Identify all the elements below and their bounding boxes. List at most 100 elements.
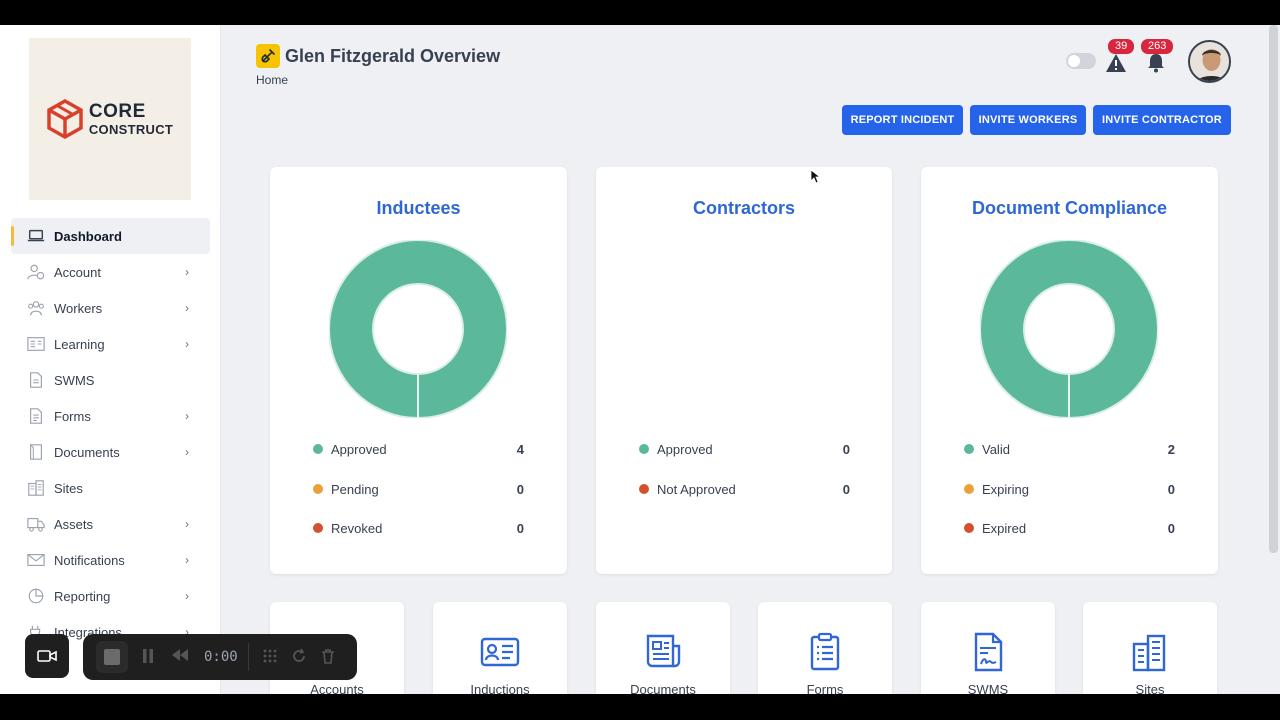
sidebar-item-label: Documents: [54, 444, 120, 460]
scrollbar-thumb[interactable]: [1269, 25, 1278, 553]
tile-forms[interactable]: Forms: [758, 602, 892, 694]
legend-row-valid: Valid 2: [964, 439, 1175, 459]
chevron-right-icon: ›: [185, 517, 189, 531]
tile-inductions[interactable]: Inductions: [433, 602, 567, 694]
invite-workers-button[interactable]: INVITE WORKERS: [970, 105, 1086, 135]
sidebar-item-documents[interactable]: Documents ›: [11, 434, 210, 470]
legend-value: 0: [516, 481, 524, 497]
warning-icon[interactable]: [1105, 53, 1127, 73]
id-card-icon: [480, 637, 520, 667]
trash-icon[interactable]: [319, 648, 337, 666]
chevron-right-icon: ›: [185, 337, 189, 351]
sidebar-item-sites[interactable]: Sites: [11, 470, 210, 506]
sidebar-item-label: Account: [54, 264, 101, 280]
legend-row-expired: Expired 0: [964, 518, 1175, 538]
bell-icon[interactable]: [1145, 53, 1167, 73]
document-icon: [26, 443, 46, 461]
tile-sites[interactable]: Sites: [1083, 602, 1217, 694]
brand-line1: CORE: [88, 101, 146, 122]
tile-swms[interactable]: SWMS: [921, 602, 1055, 694]
main-content: Glen Fitzgerald Overview Home 39 263 REP…: [221, 25, 1280, 694]
sidebar-nav: Dashboard Account › Workers › Learning ›…: [11, 218, 210, 650]
brand-line2: CONSTRUCT: [88, 122, 174, 137]
recorder-camera-button[interactable]: [25, 634, 69, 678]
sidebar-item-workers[interactable]: Workers ›: [11, 290, 210, 326]
sidebar-item-forms[interactable]: Forms ›: [11, 398, 210, 434]
legend-row-expiring: Expiring 0: [964, 479, 1175, 499]
sidebar-item-label: Assets: [54, 516, 94, 532]
pie-chart-icon: [26, 587, 46, 605]
sidebar-item-label: Reporting: [54, 588, 111, 604]
user-check-icon: [26, 263, 46, 281]
compliance-donut-chart[interactable]: [980, 240, 1158, 418]
app-frame: CORE CONSTRUCT Dashboard Account › Worke…: [0, 25, 1280, 694]
inductees-card: Inductees Approved 4 Pending 0 Revoked 0: [270, 167, 567, 574]
chevron-right-icon: ›: [185, 589, 189, 603]
pause-icon[interactable]: [139, 648, 157, 666]
legend-label: Pending: [331, 481, 379, 497]
legend-dot: [964, 523, 974, 533]
sidebar-item-notifications[interactable]: Notifications ›: [11, 542, 210, 578]
legend-value: 0: [1167, 520, 1175, 536]
legend-label: Revoked: [331, 520, 383, 536]
building-icon: [26, 479, 46, 497]
invite-contractor-button[interactable]: INVITE CONTRACTOR: [1093, 105, 1231, 135]
tile-documents[interactable]: Documents: [596, 602, 730, 694]
legend-row-approved: Approved 0: [639, 439, 850, 459]
sidebar-item-reporting[interactable]: Reporting ›: [11, 578, 210, 614]
card-title: Contractors: [692, 198, 795, 218]
video-camera-icon: [37, 650, 57, 662]
legend-value: 4: [516, 441, 524, 457]
stop-button[interactable]: [96, 641, 128, 673]
sidebar-item-assets[interactable]: Assets ›: [11, 506, 210, 542]
theme-toggle[interactable]: [1066, 53, 1096, 69]
legend-dot: [313, 484, 323, 494]
legend-label: Approved: [657, 441, 713, 457]
card-title: Document Compliance: [971, 198, 1168, 218]
building-icon: [1132, 634, 1166, 672]
toolbar-divider: [248, 643, 249, 671]
inductees-donut-chart[interactable]: [329, 240, 507, 418]
breadcrumb[interactable]: Home: [256, 73, 288, 87]
sidebar-item-label: Workers: [54, 300, 103, 316]
report-incident-button[interactable]: REPORT INCIDENT: [842, 105, 963, 135]
mouse-cursor-icon: [811, 170, 821, 184]
legend-value: 0: [1167, 481, 1175, 497]
legend-value: 0: [842, 441, 850, 457]
sidebar-item-label: Notifications: [54, 552, 125, 568]
legend-row-not-approved: Not Approved 0: [639, 479, 850, 499]
users-icon: [26, 299, 46, 317]
truck-icon: [26, 515, 46, 533]
sidebar-item-learning[interactable]: Learning ›: [11, 326, 210, 362]
restart-icon[interactable]: [290, 648, 308, 666]
legend-label: Approved: [331, 441, 387, 457]
legend-dot: [639, 484, 649, 494]
avatar[interactable]: [1188, 40, 1231, 83]
grid-dots-icon[interactable]: [261, 648, 279, 666]
legend-label: Expiring: [982, 481, 1029, 497]
signed-document-icon: [974, 632, 1003, 672]
laptop-icon: [26, 227, 46, 245]
sidebar-item-dashboard[interactable]: Dashboard: [11, 218, 210, 254]
brand-logo[interactable]: CORE CONSTRUCT: [29, 38, 191, 200]
newspaper-icon: [646, 634, 681, 668]
page-title: Glen Fitzgerald Overview: [285, 45, 501, 66]
legend-dot: [964, 444, 974, 454]
tile-label: Inductions: [470, 682, 530, 694]
contractors-card: Contractors Approved 0 Not Approved 0: [596, 167, 892, 574]
tile-label: Documents: [630, 682, 696, 694]
rewind-icon[interactable]: [171, 648, 189, 666]
tile-label: Accounts: [310, 682, 364, 694]
notifications-count-badge: 263: [1141, 39, 1174, 54]
legend-dot: [313, 523, 323, 533]
page-scrollbar[interactable]: [1267, 25, 1280, 694]
chevron-right-icon: ›: [185, 301, 189, 315]
sidebar-item-account[interactable]: Account ›: [11, 254, 210, 290]
chevron-right-icon: ›: [185, 445, 189, 459]
clipboard-icon: [810, 632, 840, 671]
alerts-count-badge: 39: [1108, 39, 1135, 54]
sidebar-item-swms[interactable]: SWMS: [11, 362, 210, 398]
legend-row-approved: Approved 4: [313, 439, 524, 459]
tile-label: Forms: [806, 682, 844, 694]
legend-label: Not Approved: [657, 481, 736, 497]
